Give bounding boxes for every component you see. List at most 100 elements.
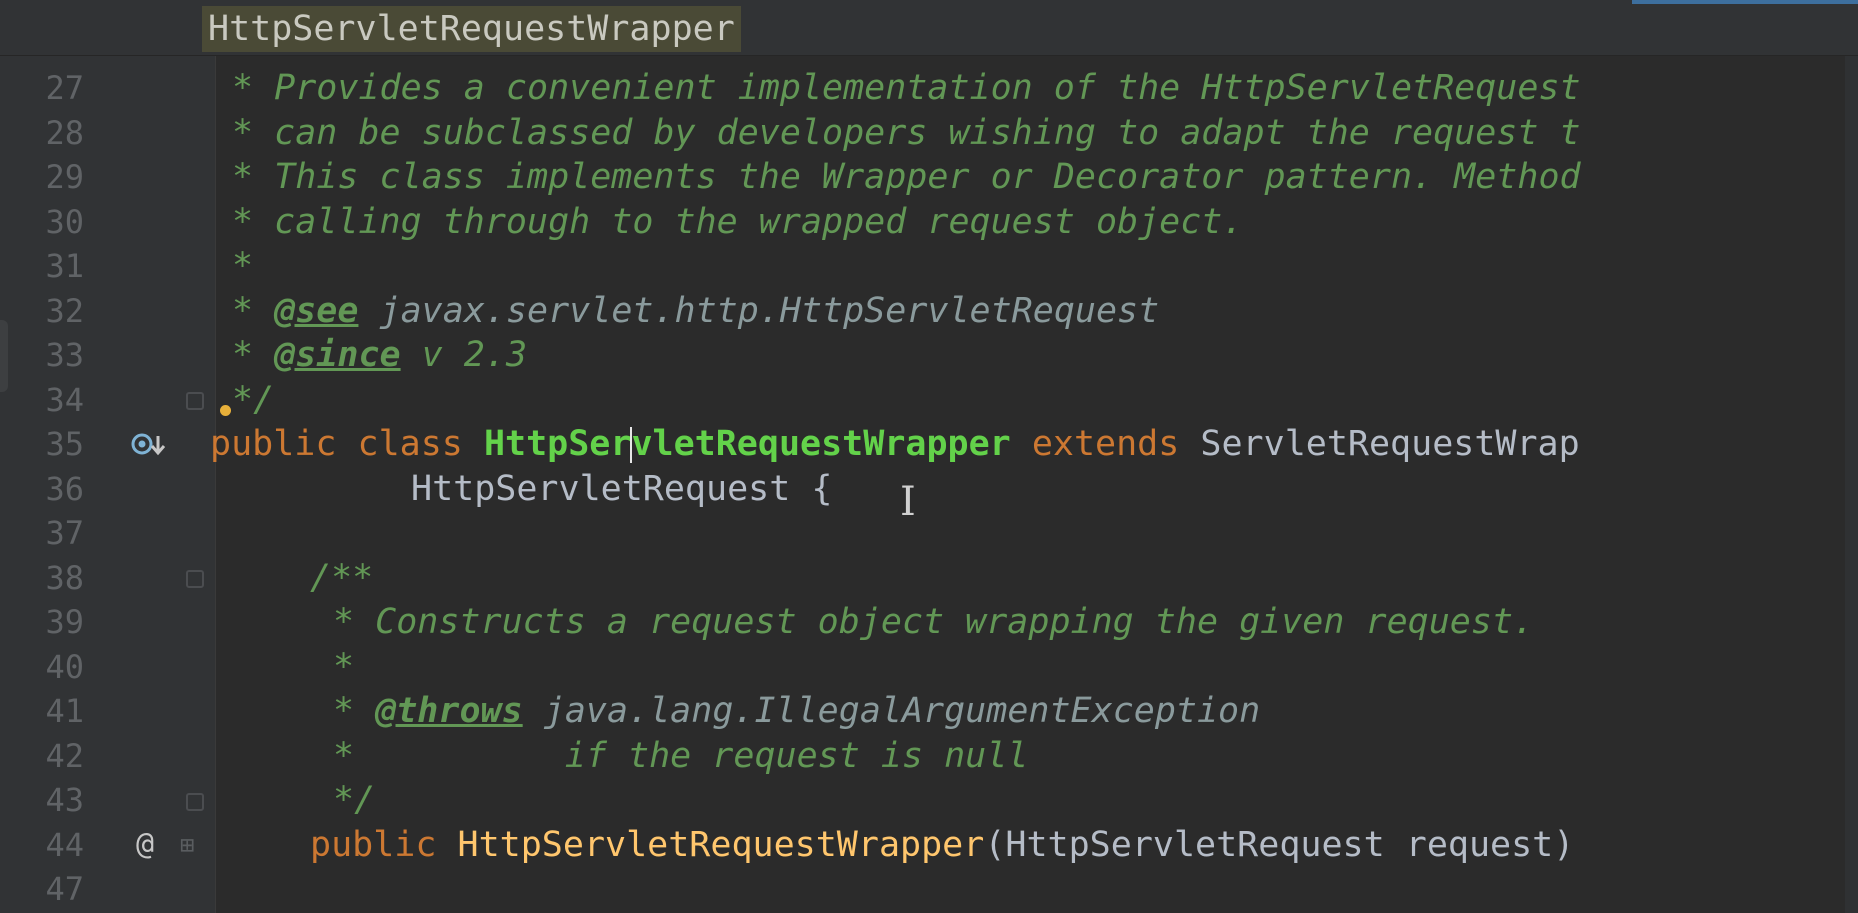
code-text[interactable]: */	[232, 378, 274, 422]
mouse-ibeam-cursor-icon: I	[900, 479, 916, 525]
keyword: extends	[1010, 424, 1201, 464]
line-number: 41	[45, 692, 84, 730]
comment-text: /**	[310, 557, 374, 598]
code-text[interactable]: public class HttpServletRequestWrapper e…	[210, 422, 1580, 466]
code-editor[interactable]: HttpServletRequestWrapper 27 * Provides …	[0, 0, 1858, 913]
comment-text: * This class implements the Wrapper or D…	[232, 157, 1581, 197]
code-line[interactable]: 41 * @throws java.lang.IllegalArgumentEx…	[0, 689, 1858, 734]
comment-text: if the request is null	[354, 735, 1029, 776]
type-name[interactable]: HttpServletRequest {	[411, 469, 832, 509]
parameter-list[interactable]: (HttpServletRequest request)	[984, 825, 1574, 865]
line-number: 47	[45, 870, 84, 908]
javadoc-reference[interactable]: javax.servlet.http.HttpServletRequest	[380, 291, 1160, 331]
code-line[interactable]: 37	[0, 511, 1858, 556]
comment-text: * calling through to the wrapped request…	[232, 201, 1244, 242]
line-number: 37	[45, 514, 84, 552]
code-text[interactable]: /**	[310, 556, 373, 600]
fold-marker-icon[interactable]	[186, 793, 204, 811]
comment-text	[523, 691, 544, 731]
code-text[interactable]: public HttpServletRequestWrapper(HttpSer…	[310, 823, 1574, 867]
comment-text: * Provides a convenient implementation o…	[232, 68, 1581, 108]
comment-text: *	[232, 246, 254, 286]
comment-text: *	[232, 335, 275, 375]
code-text[interactable]: *	[232, 244, 253, 288]
code-line[interactable]: 40 *	[0, 645, 1858, 690]
constructor-name[interactable]: HttpServletRequestWrapper	[458, 825, 985, 865]
fold-marker-icon[interactable]	[186, 392, 204, 410]
javadoc-reference[interactable]: java.lang.IllegalArgumentException	[544, 691, 1260, 731]
code-line[interactable]: 44 @ ⊞ public HttpServletRequestWrapper(…	[0, 823, 1858, 868]
code-line[interactable]: 31 *	[0, 244, 1858, 289]
fold-expand-icon[interactable]: ⊞	[180, 823, 194, 867]
comment-text	[358, 291, 379, 331]
code-line[interactable]: 34 */	[0, 378, 1858, 423]
code-line[interactable]: 39 * Constructs a request object wrappin…	[0, 600, 1858, 645]
comment-text: v 2.3	[400, 335, 528, 375]
comment-text: */	[333, 780, 376, 820]
line-number: 29	[45, 158, 84, 196]
comment-text: *	[333, 735, 355, 776]
javadoc-tag[interactable]: @throws	[375, 691, 523, 731]
code-text[interactable]: HttpServletRequest {	[411, 467, 832, 511]
code-text[interactable]: * can be subclassed by developers wishin…	[232, 111, 1581, 155]
code-line[interactable]: 32 * @see javax.servlet.http.HttpServlet…	[0, 289, 1858, 334]
line-number: 32	[45, 291, 84, 330]
comment-text: *	[333, 691, 376, 731]
javadoc-tag[interactable]: @since	[274, 335, 400, 375]
top-accent-bar	[1632, 0, 1858, 4]
code-text[interactable]: * Constructs a request object wrapping t…	[333, 600, 1534, 644]
line-number: 28	[45, 113, 84, 152]
line-number: 42	[45, 736, 84, 775]
code-text[interactable]: * calling through to the wrapped request…	[232, 200, 1243, 244]
line-number: 31	[45, 247, 84, 285]
keyword: public	[310, 824, 458, 865]
line-number: 27	[45, 69, 84, 107]
code-text[interactable]: * Provides a convenient implementation o…	[232, 66, 1581, 110]
code-text[interactable]: */	[333, 778, 375, 822]
line-number: 36	[45, 469, 84, 508]
code-line[interactable]: 30 * calling through to the wrapped requ…	[0, 200, 1858, 245]
class-name[interactable]: vletRequestWrapper	[631, 424, 1010, 464]
comment-text: * can be subclassed by developers wishin…	[232, 112, 1581, 153]
annotation-at-icon[interactable]: @	[136, 823, 154, 867]
line-number: 33	[45, 336, 84, 374]
code-line[interactable]: 42 * if the request is null	[0, 734, 1858, 779]
code-line[interactable]: 35 public class HttpServletRequestWrappe…	[0, 422, 1858, 467]
code-text[interactable]: * This class implements the Wrapper or D…	[232, 155, 1581, 199]
code-line[interactable]: 43 */	[0, 778, 1858, 823]
type-name[interactable]: ServletRequestWrap	[1200, 424, 1579, 464]
code-text[interactable]: * @throws java.lang.IllegalArgumentExcep…	[333, 689, 1260, 733]
keyword: public class	[210, 424, 484, 464]
code-text[interactable]: *	[333, 645, 354, 689]
code-line[interactable]: 29 * This class implements the Wrapper o…	[0, 155, 1858, 200]
code-text[interactable]: * if the request is null	[333, 734, 1028, 778]
intention-bulb-icon[interactable]	[220, 405, 231, 416]
comment-text: * Constructs a request object wrapping t…	[333, 602, 1535, 642]
line-number: 30	[45, 202, 84, 241]
line-number: 35	[45, 425, 84, 463]
line-number: 39	[45, 603, 84, 641]
code-line[interactable]: 36 HttpServletRequest {	[0, 467, 1858, 512]
fold-marker-icon[interactable]	[186, 570, 204, 588]
comment-text: *	[333, 646, 355, 687]
comment-text: *	[232, 290, 275, 331]
code-line[interactable]: 38 /**	[0, 556, 1858, 601]
code-text[interactable]: * @see javax.servlet.http.HttpServletReq…	[232, 289, 1159, 333]
code-text[interactable]: * @since v 2.3	[232, 333, 527, 377]
implemented-overrides-icon[interactable]	[130, 422, 170, 466]
comment-text: */	[232, 379, 275, 420]
class-name[interactable]: HttpSer	[484, 424, 632, 464]
code-lines[interactable]: 27 * Provides a convenient implementatio…	[0, 66, 1858, 912]
code-line[interactable]: 47	[0, 867, 1858, 912]
breadcrumb-bar: HttpServletRequestWrapper	[0, 0, 1858, 56]
line-number: 43	[45, 781, 84, 819]
code-line[interactable]: 28 * can be subclassed by developers wis…	[0, 111, 1858, 156]
line-number: 40	[45, 647, 84, 686]
code-line[interactable]: 33 * @since v 2.3	[0, 333, 1858, 378]
line-number: 38	[45, 558, 84, 597]
code-line[interactable]: 27 * Provides a convenient implementatio…	[0, 66, 1858, 111]
breadcrumb[interactable]: HttpServletRequestWrapper	[202, 6, 741, 52]
javadoc-tag[interactable]: @see	[274, 291, 358, 331]
line-number: 34	[45, 380, 84, 419]
line-number: 44	[45, 825, 84, 864]
